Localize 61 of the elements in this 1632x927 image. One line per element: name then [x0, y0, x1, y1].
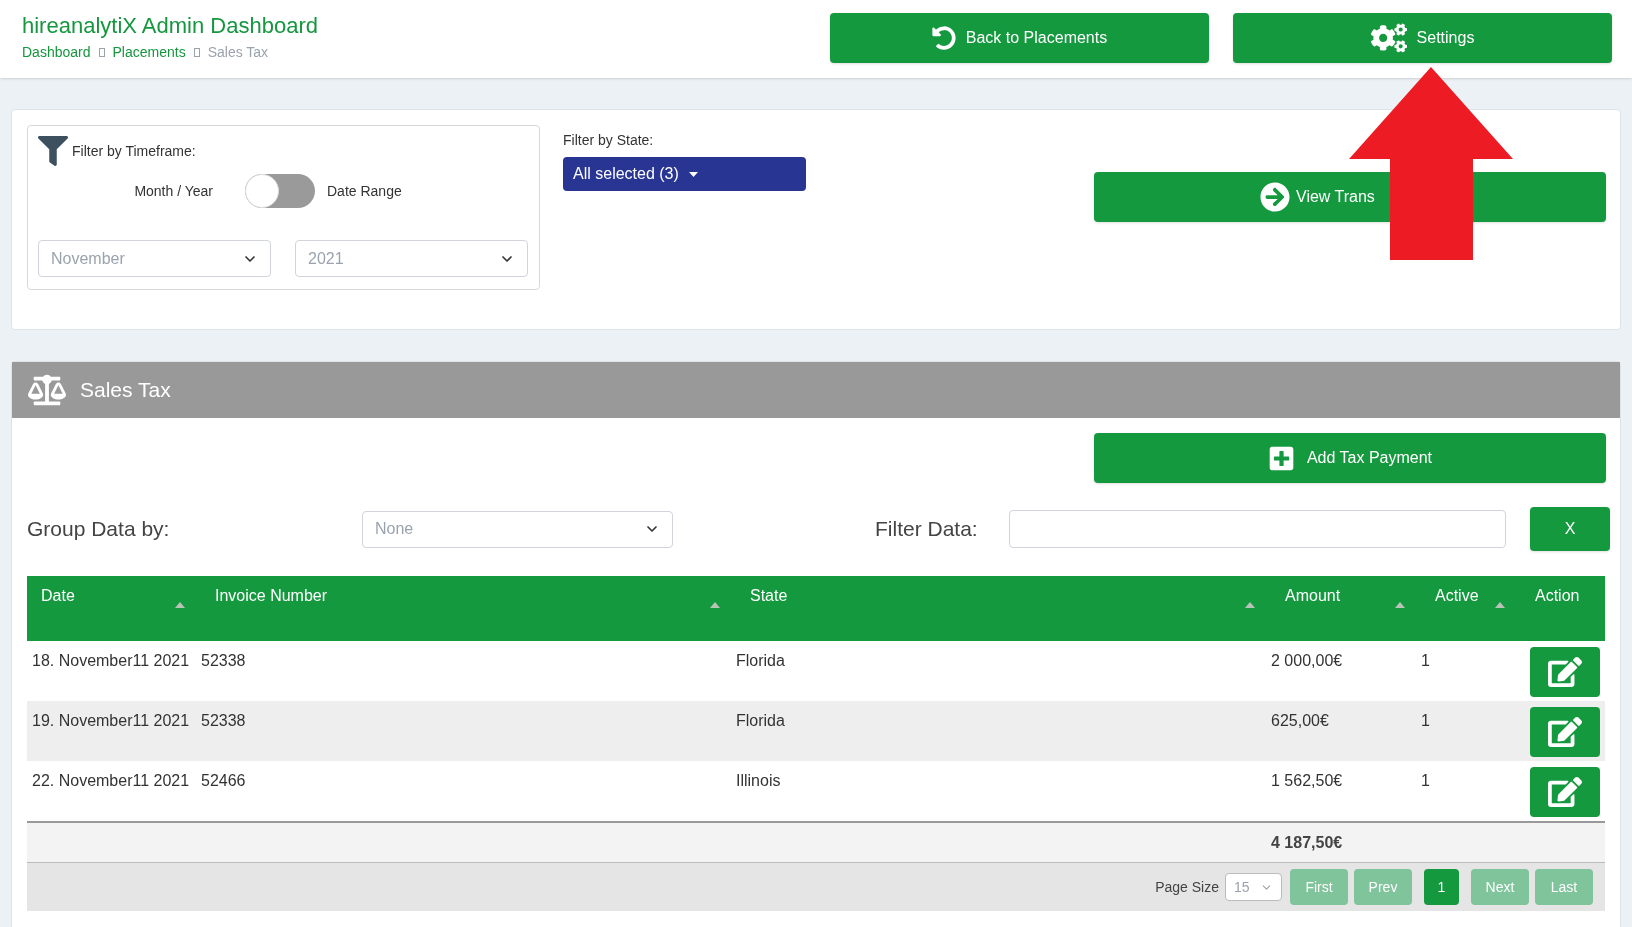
- sort-arrow-icon: [1245, 602, 1255, 608]
- pager-button[interactable]: 1: [1424, 869, 1459, 905]
- column-header[interactable]: Date: [41, 587, 75, 604]
- table-cell: 625,00€: [1271, 712, 1329, 729]
- table-cell: 18. November11 2021: [32, 652, 190, 669]
- breadcrumb-link[interactable]: Placements: [112, 42, 186, 63]
- table-cell: 1: [1421, 772, 1430, 789]
- group-label: Group Data by:: [27, 516, 171, 543]
- column-header[interactable]: Invoice Number: [215, 587, 328, 604]
- column-header[interactable]: Action: [1535, 587, 1580, 604]
- edit-icon: [1548, 655, 1582, 689]
- table-cell: 1 562,50€: [1271, 772, 1343, 789]
- month-select[interactable]: November: [38, 240, 271, 277]
- breadcrumb-separator-icon: [193, 48, 200, 57]
- undo-icon: [931, 26, 956, 50]
- sort-arrow-icon: [1395, 602, 1405, 608]
- filter-icon: [38, 136, 68, 166]
- table-cell: 52338: [201, 712, 246, 729]
- table-cell: 22. November11 2021: [32, 772, 190, 789]
- filter-title: Filter by Timeframe:: [72, 141, 196, 161]
- year-select[interactable]: 2021: [295, 240, 528, 277]
- toggle-switch[interactable]: [245, 174, 315, 208]
- sort-arrow-icon: [1495, 602, 1505, 608]
- back-button[interactable]: Back to Placements: [830, 13, 1209, 63]
- table-cell: Illinois: [736, 772, 781, 789]
- column-header[interactable]: Active: [1435, 587, 1479, 604]
- panel-title: Sales Tax: [80, 377, 171, 404]
- table-cell: 19. November11 2021: [32, 712, 190, 729]
- table-cell: 52466: [201, 772, 246, 789]
- sort-arrow-icon: [175, 602, 185, 608]
- table-cell: 2 000,00€: [1271, 652, 1343, 669]
- filter-input[interactable]: [1009, 510, 1506, 548]
- app-title: hireanalytiX Admin Dashboard: [22, 12, 319, 40]
- table-cell: 1: [1421, 712, 1430, 729]
- clear-button[interactable]: X: [1530, 507, 1610, 551]
- edit-button[interactable]: [1530, 707, 1600, 757]
- state-dropdown[interactable]: All selected (3): [563, 157, 806, 191]
- filter-label: Filter Data:: [875, 516, 979, 543]
- breadcrumb-link[interactable]: Dashboard: [22, 42, 91, 63]
- add-tax-payment-button[interactable]: Add Tax Payment: [1094, 433, 1606, 483]
- table-cell: 1: [1421, 652, 1430, 669]
- breadcrumb-separator-icon: [98, 48, 105, 57]
- sort-arrow-icon: [710, 602, 720, 608]
- table-cell: Florida: [736, 712, 785, 729]
- edit-button[interactable]: [1530, 647, 1600, 697]
- total-amount: 4 187,50€: [1271, 832, 1343, 853]
- column-header[interactable]: Amount: [1285, 587, 1341, 604]
- column-header[interactable]: State: [750, 587, 788, 604]
- edit-button[interactable]: [1530, 767, 1600, 817]
- edit-icon: [1548, 715, 1582, 749]
- page-size-label: Page Size: [1155, 877, 1219, 897]
- page-size-select[interactable]: 15: [1225, 873, 1282, 901]
- toggle-label: Month / Year: [133, 181, 213, 201]
- settings-button[interactable]: Settings: [1233, 13, 1612, 63]
- table-cell: 52338: [201, 652, 246, 669]
- caret-down-icon: [688, 171, 698, 177]
- table-cell: Florida: [736, 652, 785, 669]
- edit-icon: [1548, 775, 1582, 809]
- toggle-label: Date Range: [327, 181, 402, 201]
- group-select[interactable]: None: [362, 510, 673, 548]
- state-filter-label: Filter by State:: [563, 131, 655, 150]
